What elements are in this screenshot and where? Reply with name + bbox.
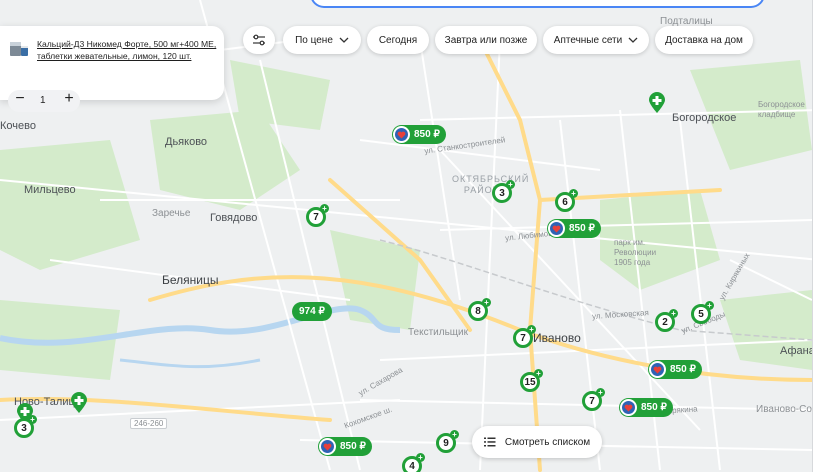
filter-settings-icon (253, 34, 265, 46)
price-label: 850 ₽ (340, 441, 366, 452)
price-label: 850 ₽ (414, 129, 440, 140)
chevron-down-icon (339, 37, 349, 43)
pharmacy-cluster-marker[interactable]: 7 + (513, 325, 536, 348)
pharmacy-cluster-marker[interactable]: 4 + (402, 453, 425, 472)
price-marker[interactable]: 974 ₽ (292, 302, 332, 321)
plus-badge-icon: + (705, 301, 714, 310)
filter-delivery-chip[interactable]: Доставка на дом (655, 26, 753, 54)
chevron-down-icon (628, 37, 638, 43)
price-marker[interactable]: 850 ₽ (392, 125, 446, 144)
product-title-link[interactable]: Кальций-Д3 Никомед Форте, 500 мг+400 МЕ,… (37, 38, 217, 62)
pharmacy-cluster-marker[interactable]: 2 + (655, 309, 678, 332)
quantity-increase-button[interactable]: + (62, 91, 76, 107)
filter-tomorrow-chip[interactable]: Завтра или позже (435, 26, 537, 54)
product-card: Кальций-Д3 Никомед Форте, 500 мг+400 МЕ,… (0, 26, 224, 112)
plus-badge-icon: + (28, 415, 37, 424)
pharmacy-cluster-marker[interactable]: 15 + (520, 369, 543, 392)
filter-settings-button[interactable] (243, 26, 275, 54)
filter-delivery-label: Доставка на дом (665, 34, 743, 46)
price-label: 850 ₽ (569, 223, 595, 234)
plus-badge-icon: + (534, 369, 543, 378)
pharmacy-cluster-marker[interactable]: 9 + (436, 430, 459, 453)
quantity-decrease-button[interactable]: − (13, 91, 27, 107)
filter-today-label: Сегодня (378, 34, 418, 46)
pharmacy-cluster-marker[interactable]: 7 + (306, 204, 329, 227)
pharmacy-chain-logo-icon (620, 399, 637, 416)
pharmacy-cluster-marker[interactable]: 3 + (14, 415, 37, 438)
pharmacy-pin-icon[interactable] (70, 392, 88, 414)
plus-badge-icon: + (569, 189, 578, 198)
pharmacy-cluster-marker[interactable]: 5 + (691, 301, 714, 324)
plus-badge-icon: + (506, 180, 515, 189)
pharmacy-cluster-marker[interactable]: 6 + (555, 189, 578, 212)
price-marker[interactable]: 850 ₽ (619, 398, 673, 417)
filter-price-dropdown[interactable]: По цене (283, 26, 361, 54)
pharmacy-cluster-marker[interactable]: 8 + (468, 298, 491, 321)
search-bar[interactable] (310, 0, 765, 8)
plus-badge-icon: + (450, 430, 459, 439)
show-list-button[interactable]: Смотреть списком (472, 426, 602, 458)
pharmacy-chain-logo-icon (393, 126, 410, 143)
plus-badge-icon: + (669, 309, 678, 318)
pharmacy-pin-icon[interactable] (648, 92, 666, 114)
pharmacy-chain-logo-icon (319, 438, 336, 455)
pharmacy-cluster-marker[interactable]: 3 + (492, 180, 515, 203)
quantity-value: 1 (40, 95, 46, 106)
price-label: 850 ₽ (641, 402, 667, 413)
plus-badge-icon: + (482, 298, 491, 307)
plus-badge-icon: + (596, 388, 605, 397)
filter-chains-label: Аптечные сети (553, 34, 623, 46)
plus-badge-icon: + (527, 325, 536, 334)
show-list-label: Смотреть списком (504, 436, 591, 448)
price-marker[interactable]: 850 ₽ (648, 360, 702, 379)
filter-today-chip[interactable]: Сегодня (367, 26, 429, 54)
filter-price-label: По цене (295, 34, 333, 46)
filter-tomorrow-label: Завтра или позже (444, 34, 528, 46)
list-icon (483, 437, 496, 447)
price-label: 850 ₽ (670, 364, 696, 375)
pharmacy-cluster-marker[interactable]: 7 + (582, 388, 605, 411)
price-marker[interactable]: 850 ₽ (547, 219, 601, 238)
pharmacy-chain-logo-icon (548, 220, 565, 237)
pharmacy-chain-logo-icon (649, 361, 666, 378)
price-marker[interactable]: 850 ₽ (318, 437, 372, 456)
plus-badge-icon: + (320, 204, 329, 213)
right-edge-panel (812, 0, 820, 472)
product-thumbnail-icon (10, 42, 28, 56)
filter-chains-dropdown[interactable]: Аптечные сети (543, 26, 649, 54)
plus-badge-icon: + (416, 453, 425, 462)
